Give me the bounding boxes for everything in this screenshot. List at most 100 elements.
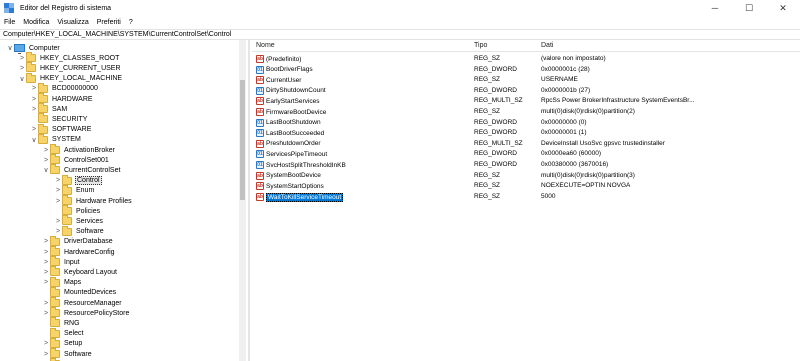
tree-item[interactable]: > SAM	[30, 103, 68, 114]
tree-item[interactable]: ∨ HKEY_LOCAL_MACHINE	[18, 72, 123, 84]
tree-scrollbar[interactable]	[239, 40, 246, 361]
value-row[interactable]: ab SystemStartOptions REG_SZ NOEXECUTE=OPT…	[252, 181, 800, 191]
chevron-right-icon	[42, 329, 50, 339]
chevron-right-icon[interactable]: >	[54, 216, 62, 226]
value-row[interactable]: 01 DirtyShutdownCount REG_DWORD 0x0000001b …	[252, 86, 800, 96]
value-data: (valore non impostato)	[541, 55, 606, 62]
value-type: REG_DWORD	[474, 65, 517, 73]
value-data: 0x00000001 (1)	[541, 129, 587, 137]
chevron-right-icon[interactable]: >	[30, 104, 38, 114]
value-row[interactable]: 01 SvcHostSplitThresholdInKB REG_DWORD 0x00…	[252, 160, 800, 170]
chevron-right-icon[interactable]: >	[42, 237, 50, 247]
close-button[interactable]: ✕	[766, 0, 800, 16]
tree-item[interactable]: RNG	[42, 317, 81, 328]
tree-item-label: ResourceManager	[64, 299, 122, 307]
chevron-right-icon[interactable]: >	[42, 145, 50, 155]
chevron-right-icon[interactable]: >	[18, 53, 26, 63]
folder-icon	[26, 62, 36, 73]
column-header-type[interactable]: Tipo	[474, 42, 487, 49]
string-value-icon: ab	[256, 55, 264, 63]
chevron-right-icon[interactable]: >	[54, 186, 62, 196]
tree-item-label: HKEY_CLASSES_ROOT	[40, 54, 120, 62]
tree-item[interactable]: > Setup	[42, 337, 83, 349]
value-row[interactable]: 01 ServicesPipeTimeout REG_DWORD 0x0000ea60…	[252, 149, 800, 159]
tree-item[interactable]: > HKEY_CLASSES_ROOT	[18, 52, 120, 63]
value-row[interactable]: 01 LastBootSucceeded REG_DWORD 0x00000001 (…	[252, 128, 800, 138]
folder-icon	[26, 52, 36, 63]
value-name-cell: 01 LastBootSucceeded	[256, 129, 324, 138]
chevron-down-icon[interactable]: ∨	[6, 43, 14, 53]
tree-item-label: Computer	[29, 44, 60, 52]
menu-file[interactable]: File	[4, 19, 15, 26]
tree-item[interactable]: > HKEY_CURRENT_USER	[18, 62, 122, 73]
chevron-right-icon[interactable]: >	[18, 63, 26, 73]
tree-scrollbar-thumb[interactable]	[240, 80, 245, 200]
tree-item[interactable]: ∨ Computer	[6, 43, 61, 54]
value-name: CurrentUser	[266, 76, 302, 84]
chevron-down-icon[interactable]: ∨	[18, 74, 26, 84]
chevron-right-icon[interactable]: >	[42, 155, 50, 165]
tree-item[interactable]: > Enum	[54, 184, 95, 196]
value-row[interactable]: ab EarlyStartServices REG_MULTI_SZ RpcSs Po…	[252, 96, 800, 106]
value-row[interactable]: ab WaitToKillServiceTimeout REG_SZ 5000	[252, 192, 800, 202]
folder-icon	[50, 286, 60, 297]
tree-item-label: Input	[64, 258, 80, 266]
chevron-right-icon[interactable]: >	[54, 176, 62, 186]
column-header-name[interactable]: Nome	[256, 42, 275, 49]
value-name-cell: ab PreshutdownOrder	[256, 139, 321, 148]
chevron-down-icon[interactable]: ∨	[42, 165, 50, 175]
list-header: Nome Tipo Dati	[252, 40, 800, 52]
menu-modifica[interactable]: Modifica	[23, 19, 49, 26]
tree-item-label: HardwareConfig	[64, 248, 115, 256]
tree-item-label: HKEY_LOCAL_MACHINE	[40, 75, 123, 83]
menu-help[interactable]: ?	[129, 19, 133, 26]
value-data: NOEXECUTE=OPTIN NOVGA	[541, 182, 631, 190]
tree-item-label: SAM	[52, 105, 68, 113]
chevron-right-icon[interactable]: >	[42, 247, 50, 257]
chevron-right-icon[interactable]: >	[42, 278, 50, 288]
chevron-right-icon[interactable]: >	[42, 298, 50, 308]
chevron-down-icon[interactable]: ∨	[30, 135, 38, 145]
value-row[interactable]: 01 LastBootShutdown REG_DWORD 0x00000000 (0…	[252, 118, 800, 128]
value-name-cell: ab SystemBootDevice	[256, 171, 321, 180]
value-row[interactable]: ab CurrentUser REG_SZ USERNAME	[252, 75, 800, 85]
value-row[interactable]: ab SystemBootDevice REG_SZ multi(0)disk(0)r…	[252, 171, 800, 181]
value-row[interactable]: ab (Predefinito) REG_SZ (valore non imposta…	[252, 54, 800, 64]
value-row[interactable]: ab PreshutdownOrder REG_MULTI_SZ DeviceInst…	[252, 139, 800, 149]
tree-item[interactable]: ∨ CurrentControlSet	[42, 164, 121, 175]
menu-visualizza[interactable]: Visualizza	[57, 19, 88, 26]
menu-preferiti[interactable]: Preferiti	[97, 19, 121, 26]
maximize-button[interactable]: ☐	[732, 0, 766, 16]
chevron-right-icon[interactable]: >	[54, 196, 62, 206]
chevron-right-icon[interactable]: >	[30, 94, 38, 104]
chevron-right-icon[interactable]: >	[42, 257, 50, 267]
value-row[interactable]: 01 BootDriverFlags REG_DWORD 0x0000001c (28…	[252, 65, 800, 75]
value-name-cell: ab WaitToKillServiceTimeout	[256, 192, 344, 202]
chevron-right-icon[interactable]: >	[42, 339, 50, 349]
chevron-right-icon[interactable]: >	[42, 349, 50, 359]
minimize-button[interactable]: ─	[698, 0, 732, 16]
folder-icon	[50, 317, 60, 328]
column-header-data[interactable]: Dati	[541, 42, 553, 49]
tree-item-label: Services	[76, 217, 103, 225]
tree-item[interactable]: > Software	[54, 225, 105, 237]
chevron-right-icon[interactable]: >	[42, 308, 50, 318]
tree-item[interactable]: > Input	[42, 256, 81, 267]
tree-item-label: SECURITY	[52, 115, 88, 123]
folder-icon	[50, 337, 60, 348]
value-name-cell: 01 SvcHostSplitThresholdInKB	[256, 161, 346, 169]
chevron-right-icon[interactable]: >	[30, 125, 38, 135]
pane-splitter[interactable]	[248, 40, 250, 361]
string-value-icon: ab	[256, 139, 264, 148]
value-name: EarlyStartServices	[266, 97, 320, 105]
chevron-right-icon[interactable]: >	[42, 267, 50, 277]
tree-item[interactable]: Select	[42, 327, 84, 339]
tree-item-label: Keyboard Layout	[64, 268, 117, 276]
tree-item[interactable]: > Maps	[42, 276, 82, 288]
address-bar[interactable]: Computer\HKEY_LOCAL_MACHINE\SYSTEM\Curre…	[0, 29, 800, 40]
value-row[interactable]: ab FirmwareBootDevice REG_SZ multi(0)disk(0…	[252, 107, 800, 117]
value-name-cell: ab EarlyStartServices	[256, 97, 320, 106]
values-list: Nome Tipo Dati ab (Predefinito) REG_SZ (val…	[252, 40, 800, 361]
value-data: USERNAME	[541, 76, 578, 84]
chevron-right-icon[interactable]: >	[30, 84, 38, 94]
